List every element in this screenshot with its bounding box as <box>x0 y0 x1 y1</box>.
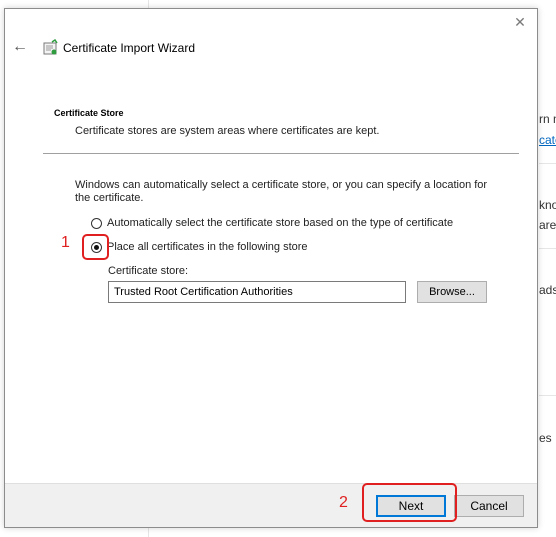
dialog-title: Certificate Import Wizard <box>63 41 196 55</box>
certificate-wizard-icon <box>43 39 58 55</box>
step-1-annotation: 1 <box>61 234 70 251</box>
auto-select-store-option[interactable]: Automatically select the certificate sto… <box>91 217 453 229</box>
background-text-fragment: kno <box>539 198 556 212</box>
cancel-button[interactable]: Cancel <box>454 495 524 517</box>
certificate-import-wizard-dialog: ✕ ← Certificate Import Wizard Certificat… <box>4 8 538 528</box>
background-divider <box>539 248 556 249</box>
close-icon[interactable]: ✕ <box>511 13 529 31</box>
intro-text: Windows can automatically select a certi… <box>75 179 488 204</box>
certificate-store-field[interactable]: Trusted Root Certification Authorities <box>108 281 406 303</box>
browse-button[interactable]: Browse... <box>417 281 487 303</box>
dialog-footer: Next Cancel <box>5 483 537 527</box>
step-2-highlight <box>362 483 457 522</box>
header-separator <box>43 153 519 154</box>
step-2-annotation: 2 <box>339 494 348 511</box>
section-description: Certificate stores are system areas wher… <box>75 125 380 137</box>
background-link-fragment[interactable]: cate <box>539 133 556 147</box>
step-1-highlight <box>82 234 109 260</box>
background-divider <box>539 395 556 396</box>
background-text-fragment: ads <box>539 283 556 297</box>
section-title: Certificate Store <box>54 108 124 118</box>
certificate-store-label: Certificate store: <box>108 265 189 277</box>
radio-auto-select-label[interactable]: Automatically select the certificate sto… <box>107 217 453 229</box>
background-text-fragment: rn m <box>539 112 556 126</box>
background-divider <box>539 163 556 164</box>
radio-auto-select[interactable] <box>91 217 102 229</box>
radio-place-in-store-label[interactable]: Place all certificates in the following … <box>107 241 308 253</box>
background-text-fragment: are <box>539 218 556 232</box>
place-in-store-option[interactable]: Place all certificates in the following … <box>91 241 308 253</box>
background-text-fragment: es <box>539 431 552 445</box>
back-arrow-icon[interactable]: ← <box>11 38 29 56</box>
